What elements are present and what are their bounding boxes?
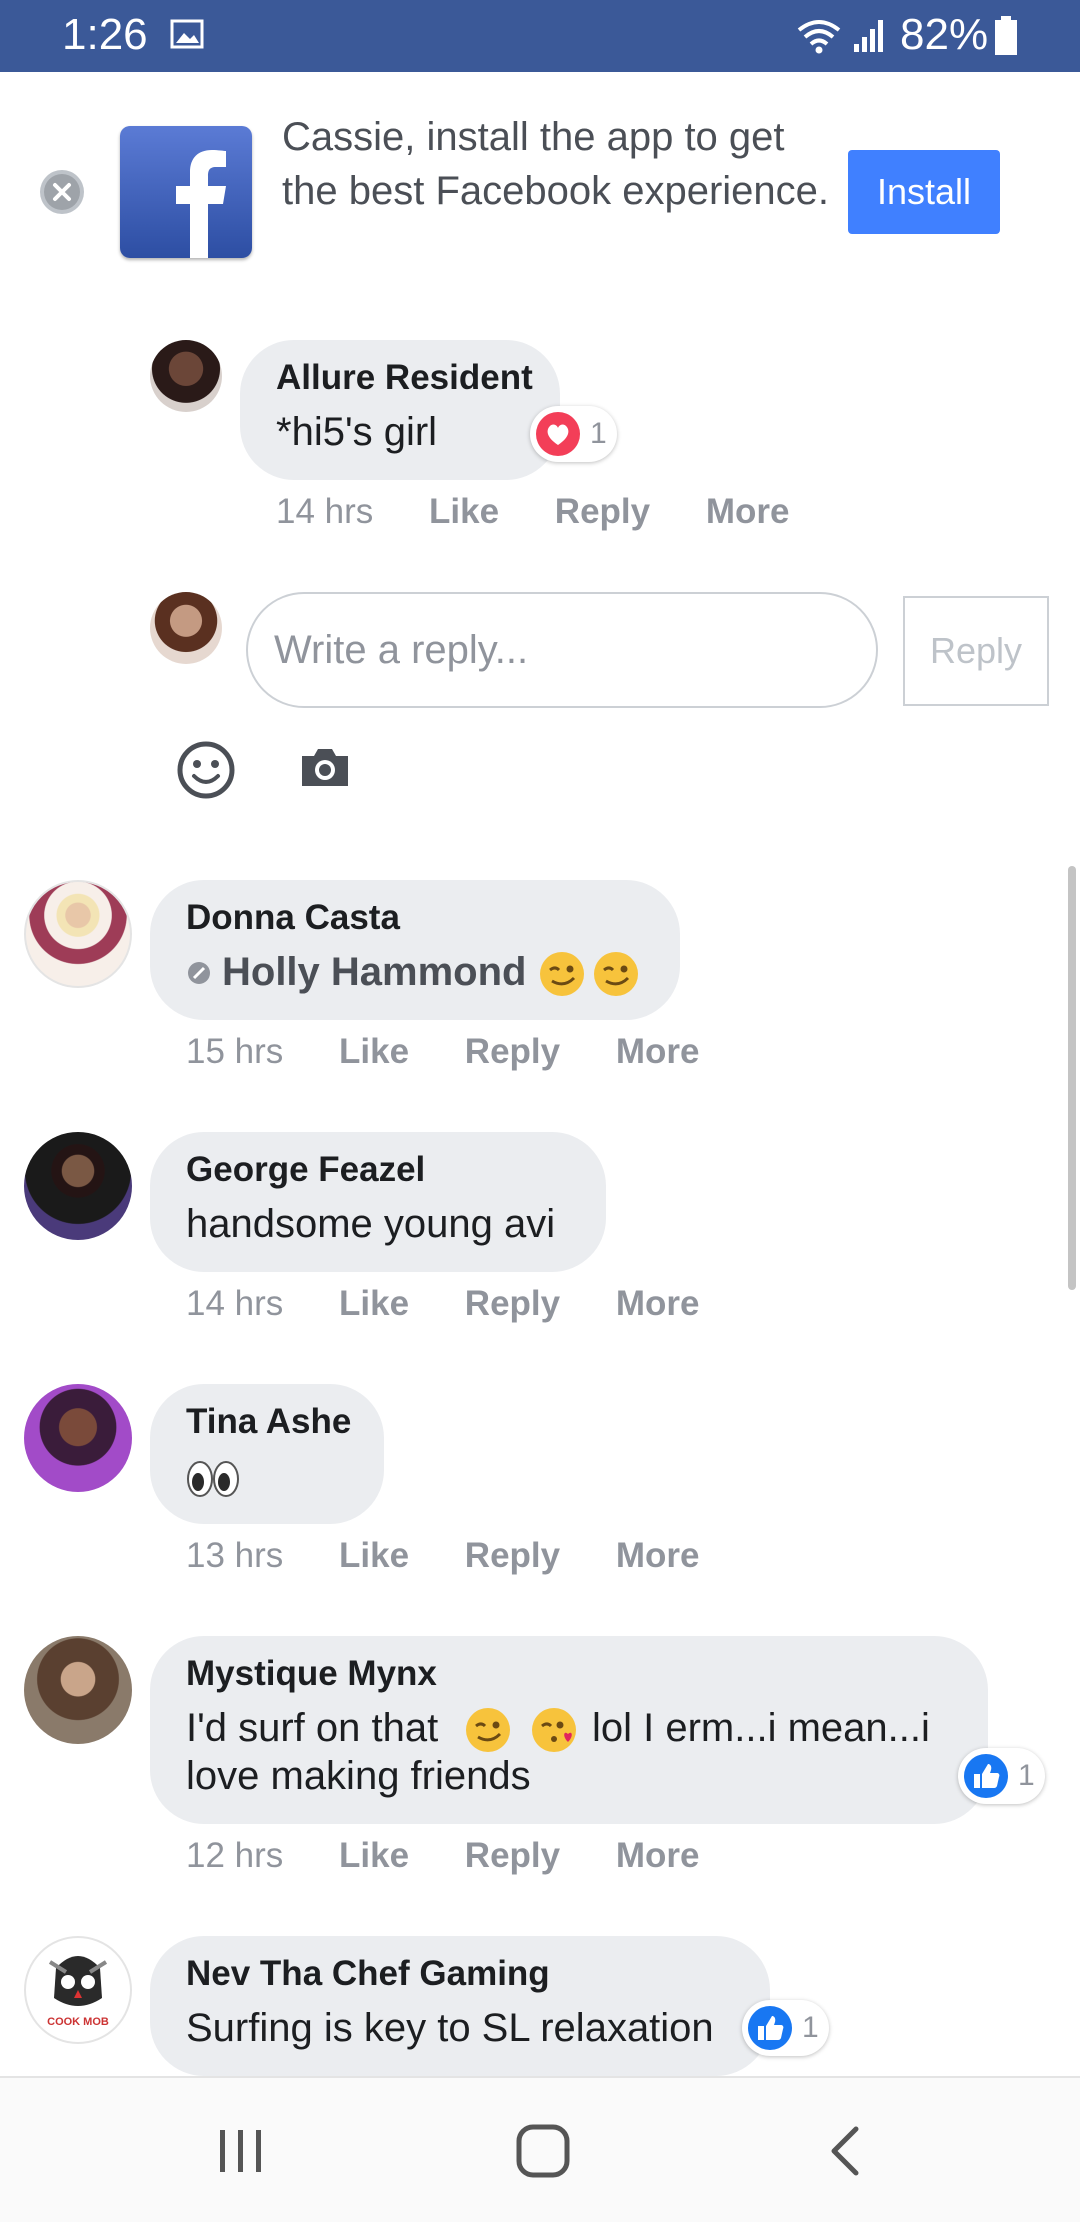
avatar[interactable]: COOK MOB	[24, 1936, 132, 2044]
reply-link[interactable]: Reply	[555, 492, 650, 532]
comment-actions: 12 hrs Like Reply More	[186, 1836, 699, 1876]
more-link[interactable]: More	[706, 492, 790, 532]
more-link[interactable]: More	[616, 1836, 700, 1876]
commenter-name[interactable]: Allure Resident	[276, 358, 533, 398]
comment-actions: 14 hrs Like Reply More	[186, 1284, 699, 1324]
wink-emoji-icon	[466, 1708, 510, 1752]
android-nav-bar	[0, 2076, 1080, 2222]
status-bar: 1:26 82%	[0, 0, 1080, 72]
commenter-name[interactable]: Donna Casta	[186, 898, 400, 938]
mention-link[interactable]: Holly Hammond	[222, 948, 526, 996]
like-reaction-icon	[964, 1754, 1008, 1798]
scrollbar[interactable]	[1068, 866, 1076, 1290]
comment-time[interactable]: 14 hrs	[276, 492, 373, 532]
reply-link[interactable]: Reply	[465, 1836, 560, 1876]
reaction-count: 1	[590, 417, 607, 450]
install-button[interactable]: Install	[848, 150, 1000, 234]
avatar[interactable]	[24, 1132, 132, 1240]
comment-text: Surfing is key to SL relaxation	[186, 2006, 714, 2050]
like-link[interactable]: Like	[429, 492, 499, 532]
avatar[interactable]	[150, 340, 222, 412]
like-link[interactable]: Like	[339, 1284, 409, 1324]
reply-link[interactable]: Reply	[465, 1536, 560, 1576]
like-link[interactable]: Like	[339, 1536, 409, 1576]
facebook-logo-icon	[120, 126, 252, 258]
reply-submit-button[interactable]: Reply	[903, 596, 1049, 706]
reaction-count: 1	[802, 2011, 819, 2044]
more-link[interactable]: More	[616, 1032, 700, 1072]
wink-emoji-icon	[540, 952, 584, 996]
reaction-badge[interactable]: 1	[742, 2000, 829, 2056]
comment-time[interactable]: 13 hrs	[186, 1536, 283, 1576]
reply-link[interactable]: Reply	[465, 1032, 560, 1072]
mention-tag-icon	[188, 962, 210, 984]
avatar[interactable]	[24, 1384, 132, 1492]
gallery-notification-icon	[170, 19, 204, 49]
kiss-emoji-icon	[532, 1708, 576, 1752]
comment-time[interactable]: 15 hrs	[186, 1032, 283, 1072]
battery-percent: 82%	[900, 10, 989, 59]
signal-icon	[854, 20, 883, 52]
recent-apps-icon[interactable]	[214, 2126, 268, 2176]
comment-actions: 14 hrs Like Reply More	[276, 492, 789, 532]
comment-text: I'd surf on that	[186, 1706, 439, 1750]
comment-text: lol I erm...i mean...i	[592, 1706, 930, 1750]
like-reaction-icon	[748, 2006, 792, 2050]
comment-text: handsome young avi	[186, 1202, 556, 1246]
install-app-banner: Cassie, install the app to get the best …	[0, 72, 1080, 282]
eyes-emoji-icon	[187, 1461, 239, 1497]
commenter-name[interactable]: Tina Ashe	[186, 1402, 351, 1442]
commenter-name[interactable]: George Feazel	[186, 1150, 425, 1190]
battery-icon	[995, 16, 1017, 55]
close-banner-icon[interactable]	[38, 168, 86, 216]
install-banner-text: Cassie, install the app to get the best …	[282, 115, 830, 213]
comment-actions: 13 hrs Like Reply More	[186, 1536, 699, 1576]
comment-time[interactable]: 14 hrs	[186, 1284, 283, 1324]
reaction-badge[interactable]: 1	[958, 1748, 1045, 1804]
status-time: 1:26	[62, 10, 148, 59]
commenter-name[interactable]: Nev Tha Chef Gaming	[186, 1954, 550, 1994]
comment-text: love making friends	[186, 1754, 531, 1798]
home-icon[interactable]	[514, 2122, 572, 2180]
reply-input[interactable]: Write a reply...	[246, 592, 878, 708]
reply-link[interactable]: Reply	[465, 1284, 560, 1324]
reaction-badge[interactable]: 1	[530, 406, 617, 462]
like-link[interactable]: Like	[339, 1836, 409, 1876]
comment-time[interactable]: 12 hrs	[186, 1836, 283, 1876]
avatar[interactable]	[24, 880, 132, 988]
avatar[interactable]	[24, 1636, 132, 1744]
wifi-icon	[797, 20, 841, 54]
avatar-caption: COOK MOB	[47, 2016, 109, 2028]
like-link[interactable]: Like	[339, 1032, 409, 1072]
camera-icon[interactable]	[298, 744, 352, 790]
back-icon[interactable]	[826, 2124, 866, 2178]
comment-actions: 15 hrs Like Reply More	[186, 1032, 699, 1072]
commenter-name[interactable]: Mystique Mynx	[186, 1654, 437, 1694]
more-link[interactable]: More	[616, 1284, 700, 1324]
reaction-count: 1	[1018, 1759, 1035, 1792]
more-link[interactable]: More	[616, 1536, 700, 1576]
current-user-avatar	[150, 592, 222, 664]
wink-emoji-icon	[594, 952, 638, 996]
love-reaction-icon	[536, 412, 580, 456]
emoji-icon[interactable]	[176, 740, 236, 800]
comment-text: *hi5's girl	[276, 410, 438, 454]
